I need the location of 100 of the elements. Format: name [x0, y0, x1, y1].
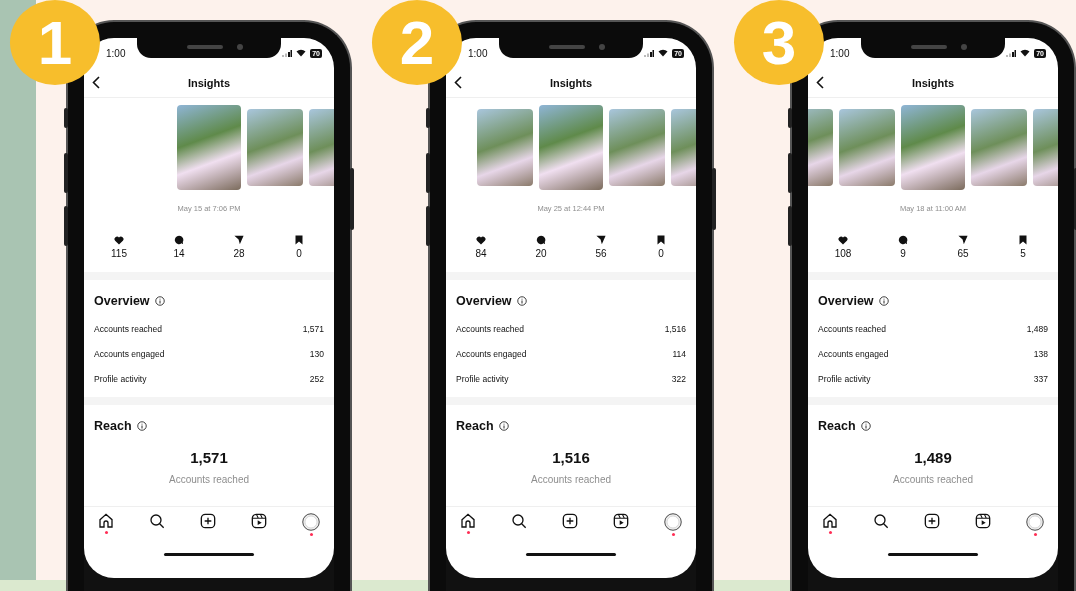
section-title: Reach: [94, 419, 132, 433]
metric-value: 322: [671, 373, 686, 384]
metric-label: Accounts reached: [818, 323, 887, 334]
bookmark-icon: [1019, 235, 1027, 245]
status-time: 1:00: [468, 47, 488, 59]
stat-count: 0: [296, 248, 302, 259]
step-number: 1: [10, 0, 100, 85]
metric-label: Accounts engaged: [456, 348, 527, 359]
section-title: Overview: [818, 294, 874, 308]
reach-value: 1,516: [551, 449, 591, 466]
search-icon[interactable]: [873, 513, 889, 529]
info-icon: [498, 421, 509, 431]
section-title: Reach: [456, 419, 494, 433]
reels-icon[interactable]: [975, 513, 991, 529]
avatar-icon[interactable]: [664, 513, 682, 531]
status-time: 1:00: [830, 47, 850, 59]
stat-count: 0: [658, 248, 664, 259]
heart-icon: [476, 235, 486, 245]
comment-icon: [174, 235, 184, 245]
post-thumbnail[interactable]: [477, 108, 533, 186]
metric-value: 114: [672, 348, 686, 359]
post-thumbnail[interactable]: [971, 108, 1027, 186]
avatar-icon[interactable]: [1026, 513, 1044, 531]
plus-square-icon[interactable]: [562, 513, 578, 529]
stat-count: 5: [1020, 248, 1026, 259]
step-number: 3: [734, 0, 824, 85]
wifi-icon: [1020, 49, 1031, 57]
heart-icon: [838, 235, 848, 245]
stat-count: 84: [475, 247, 487, 259]
paper-plane-icon: [234, 235, 244, 245]
search-icon[interactable]: [149, 513, 165, 529]
paper-plane-icon: [596, 235, 606, 245]
heart-icon: [114, 235, 124, 245]
status-time: 1:00: [106, 47, 126, 59]
post-thumbnail[interactable]: [901, 104, 965, 190]
info-icon: [878, 296, 889, 306]
reels-icon[interactable]: [251, 513, 267, 529]
metric-value: 1,489: [1026, 323, 1048, 334]
reels-icon[interactable]: [613, 513, 629, 529]
reach-label: Accounts reached: [529, 474, 613, 485]
section-title: Overview: [456, 294, 512, 308]
signal-icon: [1006, 49, 1017, 57]
metric-label: Profile activity: [94, 373, 147, 384]
post-thumbnail[interactable]: [177, 104, 241, 190]
stat-count: 28: [233, 248, 245, 259]
metric-value: 130: [309, 348, 324, 359]
signal-icon: [282, 49, 293, 57]
screen-title: Insights: [187, 76, 231, 89]
metric-value: 1,516: [664, 323, 686, 334]
stat-count: 9: [900, 248, 906, 259]
metric-label: Profile activity: [456, 373, 509, 384]
wifi-icon: [296, 49, 307, 57]
comment-icon: [536, 235, 546, 245]
back-icon[interactable]: [92, 76, 100, 89]
comment-icon: [898, 235, 908, 245]
home-icon[interactable]: [98, 513, 114, 529]
stat-count: 115: [111, 247, 127, 259]
search-icon[interactable]: [511, 513, 527, 529]
section-title: Reach: [818, 419, 856, 433]
stat-count: 56: [595, 248, 607, 259]
metric-label: Accounts engaged: [818, 348, 889, 359]
wifi-icon: [658, 49, 669, 57]
post-thumbnail[interactable]: [609, 108, 665, 186]
post-thumbnail[interactable]: [539, 104, 603, 190]
avatar-icon[interactable]: [302, 513, 320, 531]
bookmark-icon: [657, 235, 665, 245]
stat-count: 14: [173, 248, 185, 259]
metric-label: Accounts engaged: [94, 348, 165, 359]
stat-count: 108: [834, 247, 852, 259]
info-icon: [136, 421, 147, 431]
plus-square-icon[interactable]: [200, 513, 216, 529]
bookmark-icon: [295, 235, 303, 245]
plus-square-icon[interactable]: [924, 513, 940, 529]
info-icon: [154, 296, 165, 306]
metric-label: Accounts reached: [94, 323, 163, 334]
reach-value: 1,571: [189, 449, 229, 466]
metric-label: Profile activity: [818, 373, 871, 384]
metric-value: 337: [1033, 373, 1048, 384]
metric-value: 1,571: [302, 323, 324, 334]
section-title: Overview: [94, 294, 150, 308]
stat-count: 65: [957, 248, 969, 259]
paper-plane-icon: [958, 235, 968, 245]
stat-count: 20: [535, 248, 547, 259]
screen-title: Insights: [911, 76, 955, 89]
reach-label: Accounts reached: [167, 474, 251, 485]
step-number: 2: [372, 0, 462, 85]
reach-label: Accounts reached: [891, 474, 975, 485]
metric-value: 138: [1033, 348, 1048, 359]
home-icon[interactable]: [822, 513, 838, 529]
info-icon: [860, 421, 871, 431]
back-icon[interactable]: [816, 76, 824, 89]
home-icon[interactable]: [460, 513, 476, 529]
metric-label: Accounts reached: [456, 323, 525, 334]
back-icon[interactable]: [454, 76, 462, 89]
post-thumbnail[interactable]: [247, 108, 303, 186]
screen-title: Insights: [549, 76, 593, 89]
metric-value: 252: [309, 373, 324, 384]
reach-value: 1,489: [913, 449, 953, 466]
signal-icon: [644, 49, 655, 57]
post-thumbnail[interactable]: [839, 108, 895, 186]
